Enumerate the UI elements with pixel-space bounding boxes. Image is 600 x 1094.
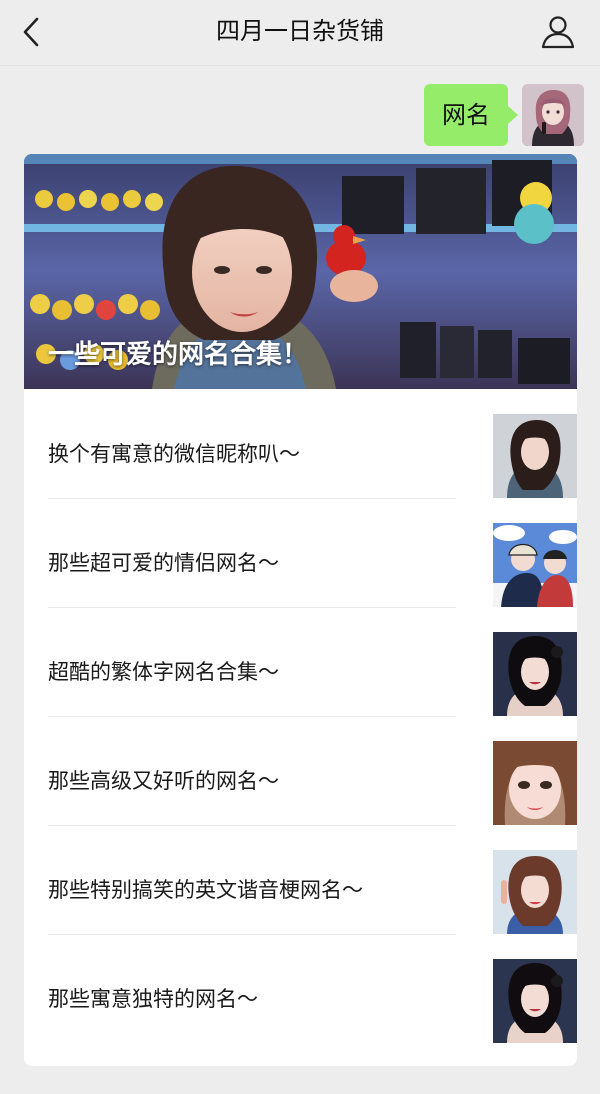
avatar[interactable] (522, 84, 584, 146)
article-list: 换个有寓意的微信昵称叭～ 那些超可爱的情侣网名～ 超酷的繁体字网名合集～ 那些高… (24, 389, 577, 1043)
thumbnail-image (493, 741, 577, 825)
page-title: 四月一日杂货铺 (216, 17, 384, 45)
chat-bubble[interactable]: 网名 (424, 84, 518, 146)
list-item[interactable]: 那些超可爱的情侣网名～ (48, 498, 577, 607)
list-item-label: 那些特别搞笑的英文谐音梗网名～ (48, 878, 363, 902)
list-item[interactable]: 那些特别搞笑的英文谐音梗网名～ (48, 825, 577, 934)
thumbnail-image (493, 414, 577, 498)
thumbnail-image (493, 523, 577, 607)
list-item[interactable]: 那些寓意独特的网名～ (48, 934, 577, 1043)
list-item[interactable]: 换个有寓意的微信昵称叭～ (48, 389, 577, 498)
nav-bar: 四月一日杂货铺 (0, 0, 600, 66)
message-row: 网名 (284, 84, 584, 146)
hero-title: 一些可爱的网名合集！ (48, 340, 309, 370)
list-item[interactable]: 超酷的繁体字网名合集～ (48, 607, 577, 716)
article-card: 一些可爱的网名合集！ 换个有寓意的微信昵称叭～ 那些超可爱的情侣网名～ 超酷的繁… (24, 154, 577, 1066)
thumbnail-image (493, 959, 577, 1043)
list-item[interactable]: 那些高级又好听的网名～ (48, 716, 577, 825)
thumbnail-image (493, 850, 577, 934)
profile-icon[interactable] (538, 12, 578, 52)
list-item-label: 那些高级又好听的网名～ (48, 769, 279, 793)
list-item-label: 超酷的繁体字网名合集～ (48, 660, 279, 684)
hero-image[interactable]: 一些可爱的网名合集！ (24, 154, 577, 389)
list-item-label: 换个有寓意的微信昵称叭～ (48, 442, 300, 466)
list-item-label: 那些寓意独特的网名～ (48, 987, 258, 1011)
avatar-illustration (522, 84, 584, 146)
thumbnail-image (493, 632, 577, 716)
list-item-label: 那些超可爱的情侣网名～ (48, 551, 279, 575)
